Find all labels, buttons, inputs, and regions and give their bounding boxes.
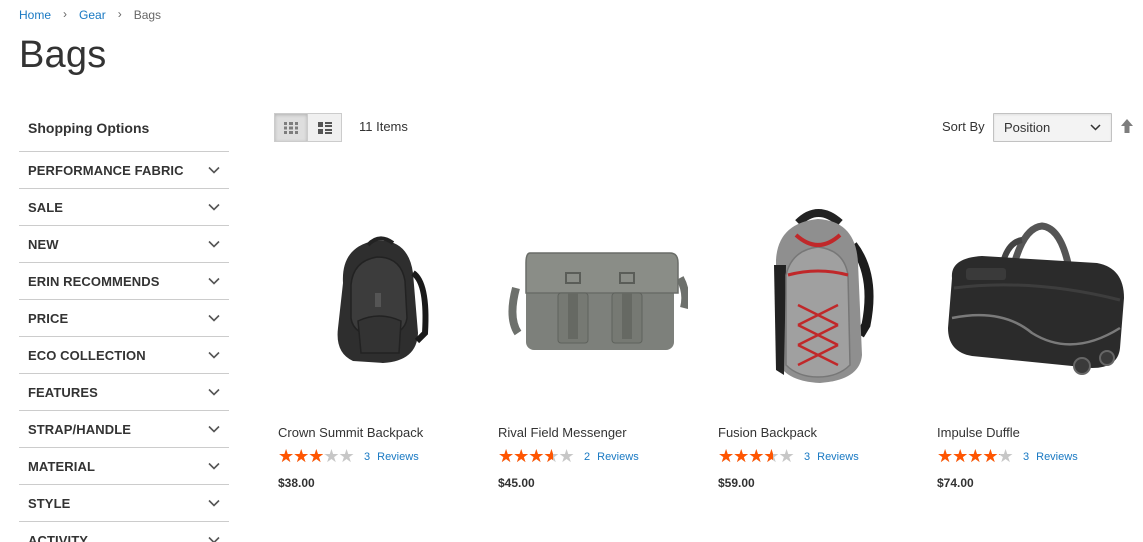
filter-label: ACTIVITY [28,532,89,542]
page-title: Bags [19,34,107,76]
reviews-link[interactable]: 3 Reviews [364,451,419,463]
product-name-link[interactable]: Rival Field Messenger [498,425,698,443]
review-label: Reviews [377,451,419,463]
chevron-down-icon [208,240,220,248]
chevron-down-icon [208,277,220,285]
filter-price[interactable]: PRICE [19,300,229,337]
breadcrumb-current: Bags [133,8,162,22]
products-toolbar: 11 Items Sort By Position [274,113,1136,143]
filter-label: NEW [28,236,59,252]
sort-by-label: Sort By [942,119,985,134]
product-card: Impulse Duffle ★★★★★★★★★★ 3 Reviews $74.00 [937,185,1137,490]
filter-performance-fabric[interactable]: PERFORMANCE FABRIC [19,152,229,189]
product-rating: ★★★★★★★★★★ 3 Reviews [718,446,918,466]
grid-view-button[interactable] [274,113,308,142]
review-label: Reviews [597,451,639,463]
filter-label: STRAP/HANDLE [28,421,132,437]
chevron-down-icon [208,314,220,322]
product-price: $45.00 [498,476,535,490]
filter-label: ERIN RECOMMENDS [28,273,160,289]
product-card: Fusion Backpack ★★★★★★★★★★ 3 Reviews $59.00 [718,185,918,490]
filter-label: ECO COLLECTION [28,347,146,363]
rating-stars: ★★★★★★★★★★ [718,446,795,466]
list-icon [317,121,332,134]
review-count: 3 [364,451,371,463]
filter-strap-handle[interactable]: STRAP/HANDLE [19,411,229,448]
rating-stars: ★★★★★★★★★★ [278,446,355,466]
chevron-down-icon [208,425,220,433]
product-card: Crown Summit Backpack ★★★★★★★★★★ 3 Reviews $… [278,185,478,490]
breadcrumb-separator: › [63,7,68,21]
sort-by-value: Position [1004,120,1051,135]
items-count: 11 Items [359,119,408,134]
product-name-link[interactable]: Impulse Duffle [937,425,1137,443]
filter-label: PERFORMANCE FABRIC [28,162,184,178]
breadcrumb: Home › Gear › Bags [19,7,162,22]
breadcrumb-home-link[interactable]: Home [19,8,51,22]
backpack-black-icon[interactable] [278,185,478,410]
review-count: 3 [1023,451,1030,463]
product-name-link[interactable]: Fusion Backpack [718,425,918,443]
messenger-bag-icon[interactable] [498,185,698,410]
filter-sale[interactable]: SALE [19,189,229,226]
breadcrumb-gear-link[interactable]: Gear [79,8,106,22]
product-price: $59.00 [718,476,755,490]
chevron-down-icon [208,462,220,470]
list-view-button[interactable] [308,113,342,142]
product-price: $38.00 [278,476,315,490]
filter-style[interactable]: STYLE [19,485,229,522]
product-name-link[interactable]: Crown Summit Backpack [278,425,478,443]
reviews-link[interactable]: 2 Reviews [584,451,639,463]
reviews-link[interactable]: 3 Reviews [804,451,859,463]
product-rating: ★★★★★★★★★★ 2 Reviews [498,446,698,466]
chevron-down-icon [208,536,220,542]
sort-direction-arrow-icon[interactable] [1120,117,1134,135]
review-count: 3 [804,451,811,463]
filter-erin-recommends[interactable]: ERIN RECOMMENDS [19,263,229,300]
review-count: 2 [584,451,591,463]
chevron-down-icon [208,499,220,507]
sort-by-select[interactable]: Position [993,113,1112,142]
product-rating: ★★★★★★★★★★ 3 Reviews [278,446,478,466]
rating-stars: ★★★★★★★★★★ [498,446,575,466]
filter-label: SALE [28,199,64,215]
shopping-options-sidebar: Shopping Options PERFORMANCE FABRIC SALE N… [19,112,229,542]
product-card: Rival Field Messenger ★★★★★★★★★★ 2 Reviews $… [498,185,698,490]
shopping-options-title: Shopping Options [19,112,229,152]
product-rating: ★★★★★★★★★★ 3 Reviews [937,446,1137,466]
chevron-down-icon [208,203,220,211]
filter-features[interactable]: FEATURES [19,374,229,411]
duffle-bag-icon[interactable] [937,185,1137,410]
rating-stars: ★★★★★★★★★★ [937,446,1014,466]
filter-label: FEATURES [28,384,98,400]
filter-eco-collection[interactable]: ECO COLLECTION [19,337,229,374]
chevron-down-icon [208,388,220,396]
chevron-down-icon [1090,124,1101,131]
product-price: $74.00 [937,476,974,490]
breadcrumb-separator: › [117,7,122,21]
chevron-down-icon [208,351,220,359]
filter-label: MATERIAL [28,458,95,474]
filter-new[interactable]: NEW [19,226,229,263]
review-label: Reviews [1036,451,1078,463]
filter-label: STYLE [28,495,71,511]
filter-activity[interactable]: ACTIVITY [19,522,229,542]
grid-icon [284,121,298,134]
review-label: Reviews [817,451,859,463]
view-mode-switcher [274,113,342,142]
backpack-gray-red-icon[interactable] [718,185,918,410]
reviews-link[interactable]: 3 Reviews [1023,451,1078,463]
filter-label: PRICE [28,310,69,326]
chevron-down-icon [208,166,220,174]
filter-material[interactable]: MATERIAL [19,448,229,485]
